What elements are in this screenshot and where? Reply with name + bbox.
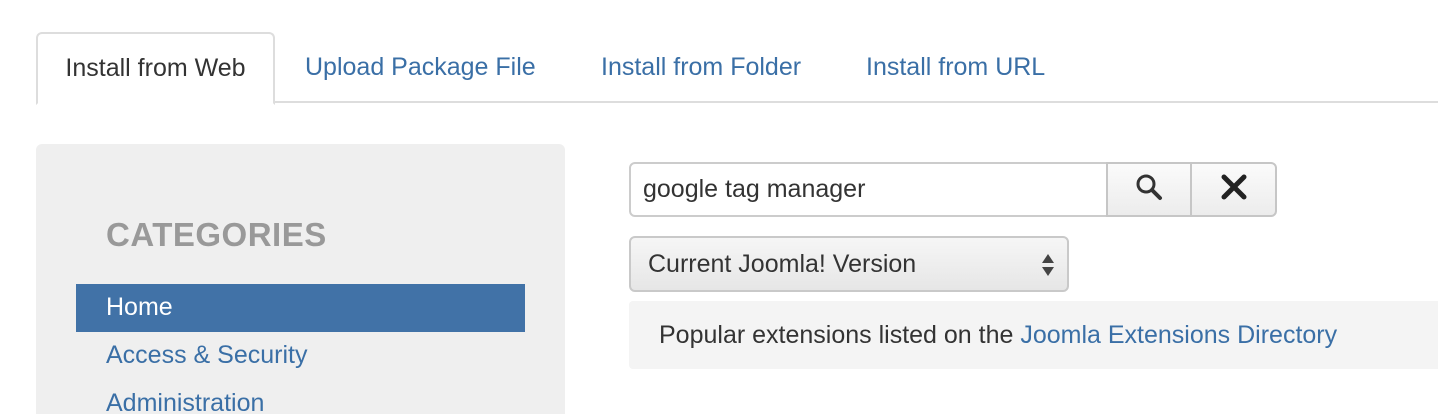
category-item-home[interactable]: Home [76, 284, 525, 332]
category-item-access-security[interactable]: Access & Security [76, 332, 525, 380]
install-tabs: Install from Web Upload Package File Ins… [36, 32, 1438, 105]
info-message: Popular extensions listed on the Joomla … [629, 301, 1438, 369]
joomla-extensions-directory-link[interactable]: Joomla Extensions Directory [1020, 321, 1337, 349]
version-select-value: Current Joomla! Version [648, 250, 917, 278]
search-icon [1135, 173, 1163, 206]
joomla-version-select[interactable]: Current Joomla! Version [629, 236, 1069, 292]
categories-title: CATEGORIES [106, 216, 327, 253]
tab-install-from-url[interactable]: Install from URL [866, 32, 1045, 103]
search-input[interactable] [629, 162, 1108, 217]
tab-upload-package-file[interactable]: Upload Package File [305, 32, 536, 103]
info-text: Popular extensions listed on the [659, 321, 1021, 349]
updown-arrows-icon [1041, 252, 1055, 278]
tab-install-from-folder[interactable]: Install from Folder [601, 32, 801, 103]
close-icon [1221, 174, 1247, 205]
category-item-administration[interactable]: Administration [76, 380, 525, 414]
search-button[interactable] [1106, 162, 1192, 217]
categories-sidebar: CATEGORIES Home Access & Security Admini… [36, 144, 565, 414]
tab-install-from-web[interactable]: Install from Web [36, 32, 275, 105]
clear-search-button[interactable] [1190, 162, 1277, 217]
